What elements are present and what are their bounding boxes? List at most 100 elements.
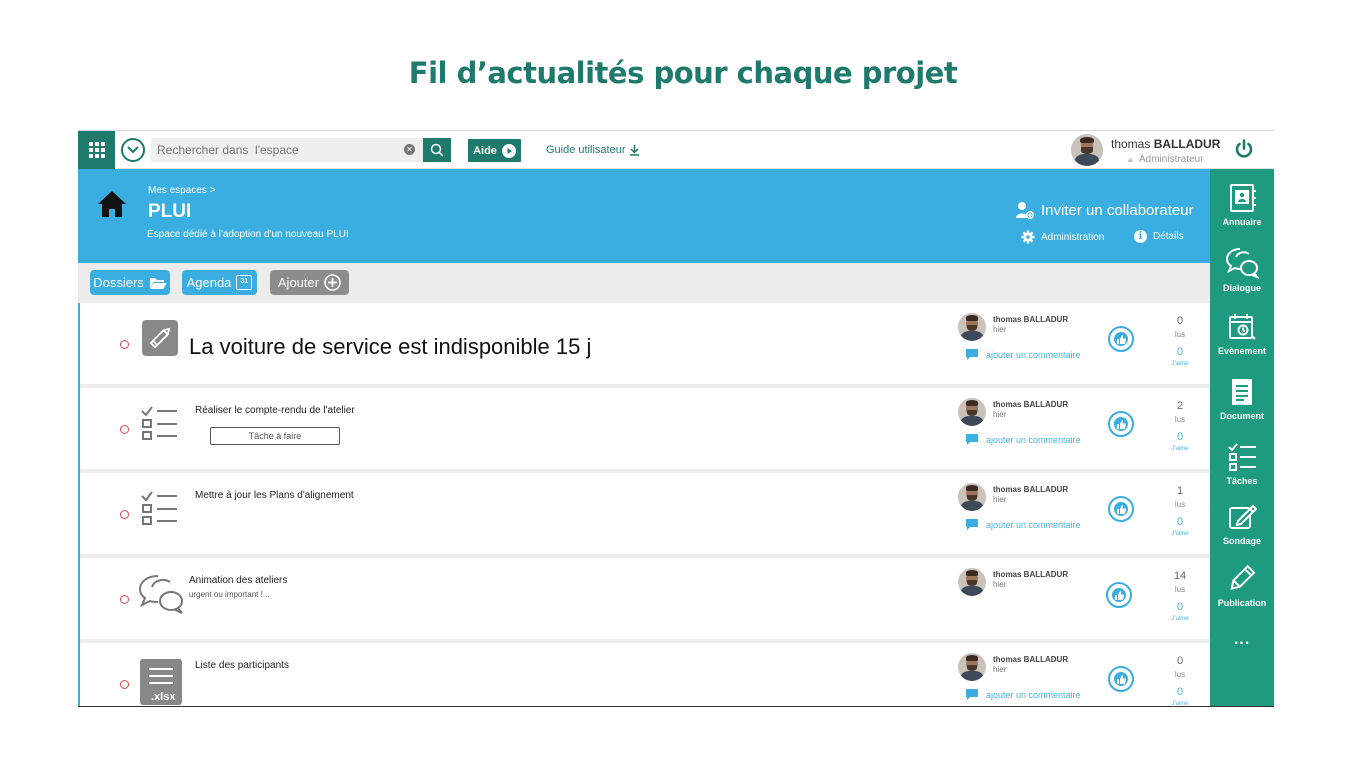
thumbs-up-icon — [1114, 417, 1128, 431]
add-button[interactable]: Ajouter — [270, 270, 349, 295]
like-button[interactable] — [1108, 411, 1134, 437]
add-comment-link[interactable]: ajouter un commentaire — [966, 349, 1081, 360]
views-label: lus — [1174, 585, 1186, 594]
add-comment-link[interactable]: ajouter un commentaire — [966, 434, 1081, 445]
add-comment-link[interactable]: ajouter un commentaire — [966, 519, 1081, 530]
user-guide-link[interactable]: Guide utilisateur — [546, 144, 640, 156]
feed-item[interactable]: Réaliser le compte-rendu de l'atelier Tâ… — [80, 388, 1210, 469]
comment-icon — [966, 689, 978, 700]
author-name[interactable]: thomas BALLADUR — [993, 485, 1068, 494]
comment-icon — [966, 349, 978, 360]
logout-button[interactable] — [1233, 138, 1255, 160]
add-label: Ajouter — [277, 275, 320, 290]
add-comment-label: ajouter un commentaire — [986, 349, 1081, 360]
author-name[interactable]: thomas BALLADUR — [993, 400, 1068, 409]
author-avatar — [958, 398, 986, 426]
likes-count[interactable]: 0 — [1162, 431, 1198, 443]
publication-icon — [142, 320, 178, 361]
sidebar-item-publication[interactable]: Publication — [1210, 564, 1274, 608]
sidebar-item-document[interactable]: Document — [1210, 377, 1274, 421]
more-button[interactable]: ... — [1210, 631, 1274, 649]
contacts-book-icon — [1230, 184, 1256, 212]
post-time: hier — [993, 325, 1007, 334]
feed-item-title[interactable]: Mettre à jour les Plans d'alignement — [195, 490, 354, 501]
feed-item-subtitle: urgent ou important !... — [189, 590, 270, 599]
likes-count[interactable]: 0 — [1162, 346, 1198, 358]
thumbs-up-icon — [1114, 332, 1128, 346]
invite-collaborator-button[interactable]: Inviter un collaborateur — [1015, 201, 1194, 219]
gear-icon — [1021, 230, 1035, 244]
sidebar-label: Tâches — [1226, 476, 1258, 486]
feed-item[interactable]: Animation des ateliers urgent ou importa… — [80, 558, 1210, 639]
user-menu[interactable]: thomas BALLADUR 🔒︎ Administrateur — [1071, 134, 1221, 168]
add-comment-label: ajouter un commentaire — [986, 434, 1081, 445]
feed-item-title[interactable]: Réaliser le compte-rendu de l'atelier — [195, 405, 355, 416]
author-avatar — [958, 313, 986, 341]
feed-item[interactable]: La voiture de service est indisponible 1… — [80, 303, 1210, 384]
author-name[interactable]: thomas BALLADUR — [993, 655, 1068, 664]
clear-search-icon[interactable]: ✕ — [404, 144, 415, 155]
feed-item[interactable]: Mettre à jour les Plans d'alignement tho… — [80, 473, 1210, 554]
user-name: thomas BALLADUR — [1111, 137, 1221, 151]
likes-count[interactable]: 0 — [1162, 516, 1198, 528]
space-description: Espace dédié à l'adoption d'un nouveau P… — [147, 229, 349, 240]
likes-count[interactable]: 0 — [1162, 686, 1198, 698]
apps-menu-button[interactable] — [78, 131, 115, 169]
author-avatar — [958, 653, 986, 681]
views-label: lus — [1174, 330, 1186, 339]
thumbs-up-icon — [1112, 588, 1126, 602]
search-input[interactable] — [151, 138, 391, 162]
tools-sidebar: Annuaire Dialogue Evènement Document Tâc… — [1210, 169, 1274, 706]
agenda-button[interactable]: Agenda 31 — [182, 270, 257, 295]
space-selector-button[interactable] — [121, 138, 145, 162]
sidebar-item-evenement[interactable]: Evènement — [1210, 312, 1274, 356]
sidebar-item-taches[interactable]: Tâches — [1210, 442, 1274, 486]
thumbs-up-icon — [1114, 502, 1128, 516]
feed-item-title[interactable]: Animation des ateliers — [189, 575, 287, 586]
sidebar-label: Sondage — [1222, 536, 1261, 546]
sidebar-item-annuaire[interactable]: Annuaire — [1210, 183, 1274, 227]
author-name[interactable]: thomas BALLADUR — [993, 570, 1068, 579]
author-avatar — [958, 568, 986, 596]
add-comment-link[interactable]: ajouter un commentaire — [966, 689, 1081, 700]
space-title: PLUI — [148, 201, 192, 222]
like-button[interactable] — [1108, 326, 1134, 352]
likes-label: J'aime — [1171, 531, 1189, 537]
feed-item-title[interactable]: La voiture de service est indisponible 1… — [189, 334, 591, 360]
sidebar-item-sondage[interactable]: Sondage — [1210, 502, 1274, 546]
add-comment-label: ajouter un commentaire — [986, 519, 1081, 530]
chevron-down-icon — [127, 146, 139, 154]
views-count: 1 — [1176, 485, 1184, 497]
post-time: hier — [993, 495, 1007, 504]
like-button[interactable] — [1108, 666, 1134, 692]
details-link[interactable]: i Détails — [1134, 230, 1184, 243]
administration-label: Administration — [1041, 231, 1105, 243]
more-icon: ... — [1233, 631, 1251, 648]
status-dot — [120, 680, 129, 689]
search-button[interactable] — [423, 138, 451, 162]
views-label: lus — [1174, 670, 1186, 679]
administration-link[interactable]: Administration — [1021, 230, 1104, 244]
breadcrumb[interactable]: Mes espaces > — [148, 185, 216, 196]
apps-grid-icon — [88, 142, 105, 158]
help-button[interactable]: Aide — [468, 139, 521, 162]
views-count: 14 — [1173, 570, 1187, 582]
home-button[interactable] — [96, 189, 128, 224]
feed-item-title[interactable]: Liste des participants — [195, 660, 289, 671]
likes-label: J'aime — [1171, 446, 1189, 452]
slide-title: Fil d’actualités pour chaque projet — [408, 56, 958, 90]
likes-count[interactable]: 0 — [1162, 601, 1198, 613]
task-status-field[interactable]: Tâche à faire — [210, 427, 340, 445]
comment-icon — [966, 519, 978, 530]
folders-button[interactable]: Dossiers — [90, 270, 170, 295]
sidebar-label: Annuaire — [1222, 217, 1262, 227]
search-box: ✕ — [151, 138, 423, 162]
info-icon: i — [1134, 230, 1147, 243]
feed-item[interactable]: .xlsx Liste des participants thomas BALL… — [80, 643, 1210, 706]
user-role: Administrateur — [1139, 154, 1204, 165]
like-button[interactable] — [1108, 496, 1134, 522]
sidebar-item-dialogue[interactable]: Dialogue — [1210, 247, 1274, 293]
add-comment-label: ajouter un commentaire — [986, 689, 1081, 700]
like-button[interactable] — [1106, 582, 1132, 608]
author-name[interactable]: thomas BALLADUR — [993, 315, 1068, 324]
